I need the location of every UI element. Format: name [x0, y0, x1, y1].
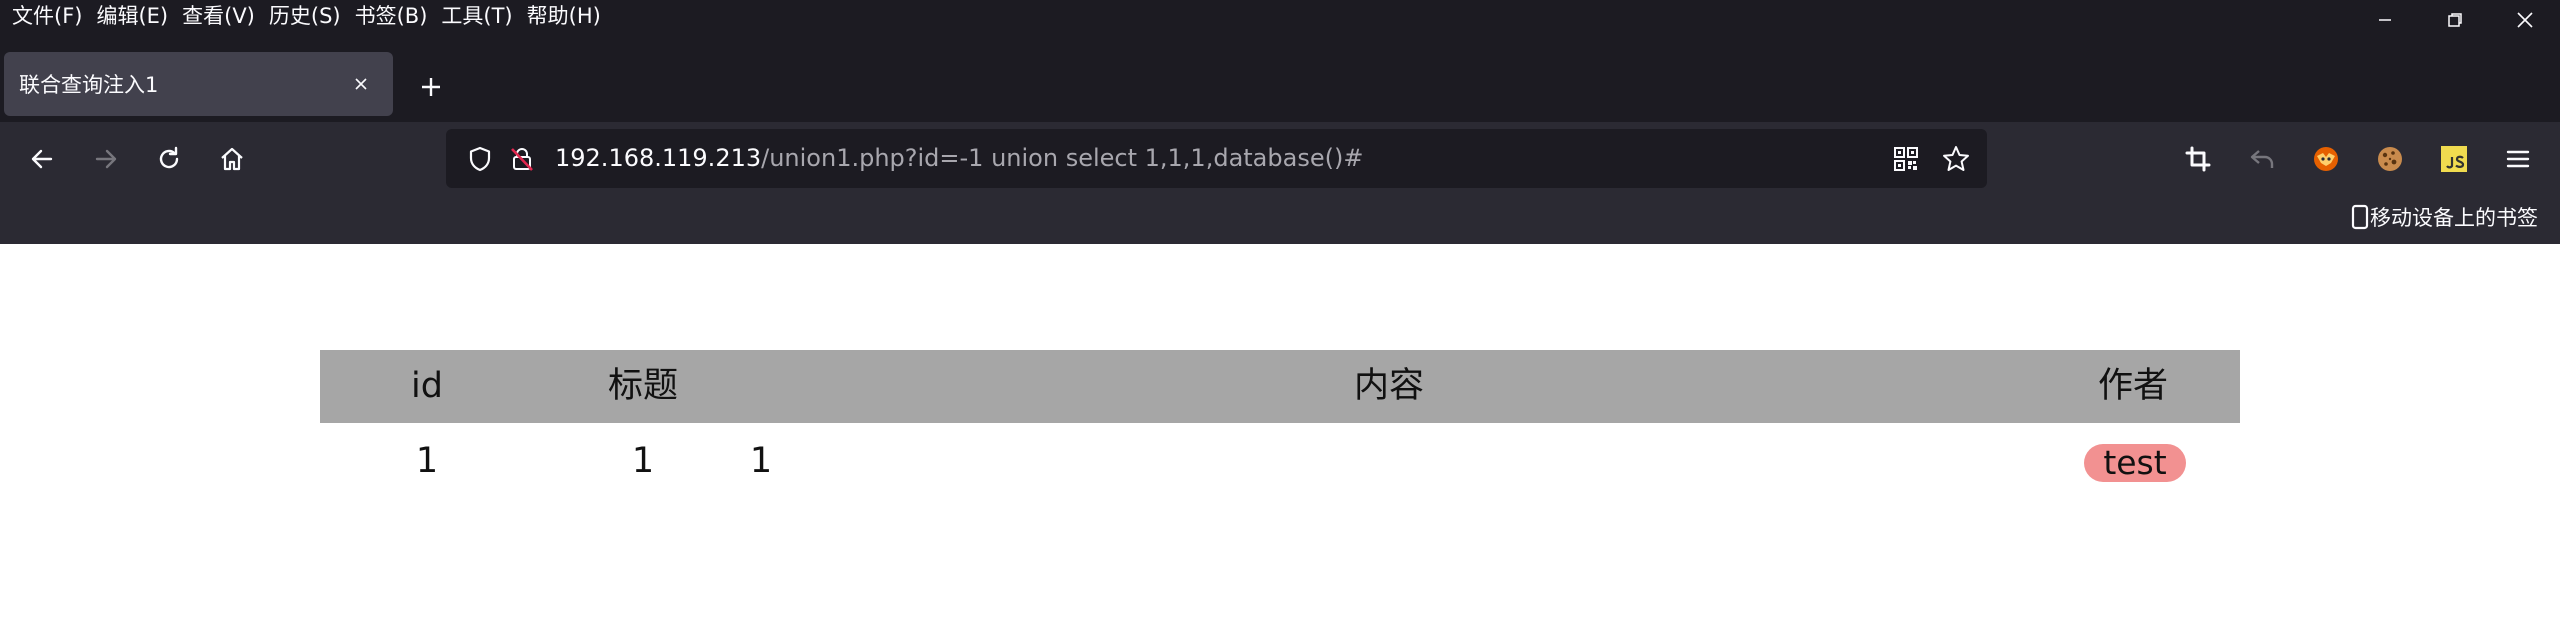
author-badge: test: [2084, 444, 2186, 482]
undo-button[interactable]: [2240, 137, 2284, 181]
cell-content: 1: [749, 441, 773, 481]
tracking-protection-button[interactable]: [460, 139, 500, 179]
url-text[interactable]: 192.168.119.213/union1.php?id=-1 union s…: [555, 129, 1363, 188]
close-icon: [355, 78, 367, 90]
js-icon: [2441, 146, 2467, 172]
menu-edit[interactable]: 编辑(E): [84, 0, 168, 33]
home-button[interactable]: [212, 139, 252, 179]
tab-close-button[interactable]: [341, 64, 381, 104]
js-extension-button[interactable]: [2432, 137, 2476, 181]
menu-view[interactable]: 查看(V): [170, 0, 255, 33]
mobile-bookmarks-label: 移动设备上的书签: [2370, 206, 2538, 230]
back-button[interactable]: [22, 139, 62, 179]
bookmark-star-button[interactable]: [1936, 139, 1976, 179]
screenshot-button[interactable]: [2176, 137, 2220, 181]
table-header: id 标题 内容 作者: [320, 350, 2240, 423]
arrow-left-icon: [31, 149, 53, 169]
home-icon: [221, 147, 243, 171]
forward-button[interactable]: [86, 139, 126, 179]
reload-button[interactable]: [149, 139, 189, 179]
navigation-bar: 192.168.119.213/union1.php?id=-1 union s…: [0, 122, 2560, 196]
table-row: 1 1 1 test: [320, 423, 2240, 499]
restore-icon: [2448, 13, 2462, 27]
minimize-icon: [2379, 19, 2391, 21]
new-tab-button[interactable]: [410, 66, 452, 108]
qr-code-button[interactable]: [1886, 139, 1926, 179]
cell-title: 1: [631, 441, 655, 481]
url-host: 192.168.119.213: [555, 144, 762, 172]
crop-icon: [2185, 146, 2211, 172]
tab-active[interactable]: 联合查询注入1: [4, 52, 393, 116]
header-id: id: [411, 366, 443, 406]
extension-fox-button[interactable]: [2304, 137, 2348, 181]
close-icon: [2517, 12, 2533, 28]
insecure-lock-icon: [511, 148, 533, 171]
page-content: id 标题 内容 作者 1 1 1 test: [0, 244, 2560, 629]
reload-icon: [159, 146, 179, 169]
star-icon: [1943, 146, 1969, 171]
header-title: 标题: [607, 366, 679, 406]
arrow-right-icon: [95, 149, 117, 169]
cookie-icon: [2378, 147, 2402, 171]
mobile-device-icon: [2351, 204, 2369, 230]
plus-icon: [422, 78, 440, 96]
qr-code-icon: [1894, 147, 1918, 171]
tab-strip: 联合查询注入1: [0, 33, 2560, 122]
hamburger-menu-icon: [2506, 150, 2530, 168]
header-author: 作者: [2097, 366, 2169, 406]
articles-table: id 标题 内容 作者 1 1 1 test: [320, 350, 2240, 499]
url-bar[interactable]: 192.168.119.213/union1.php?id=-1 union s…: [446, 129, 1987, 188]
menu-file[interactable]: 文件(F): [0, 0, 82, 33]
mobile-bookmarks-button[interactable]: 移动设备上的书签: [2350, 196, 2538, 238]
app-menu-button[interactable]: [2496, 137, 2540, 181]
menu-help[interactable]: 帮助(H): [515, 0, 601, 33]
tab-title: 联合查询注入1: [19, 73, 159, 97]
bookmarks-bar: 移动设备上的书签: [0, 196, 2560, 244]
cookie-extension-button[interactable]: [2368, 137, 2412, 181]
menu-bar: 文件(F) 编辑(E) 查看(V) 历史(S) 书签(B) 工具(T) 帮助(H…: [0, 0, 2560, 33]
extension-fox-icon: [2314, 147, 2338, 171]
menu-tools[interactable]: 工具(T): [429, 0, 512, 33]
undo-icon: [2250, 150, 2274, 168]
url-path: /union1.php?id=-1 union select 1,1,1,dat…: [761, 144, 1364, 172]
cell-id: 1: [415, 441, 439, 481]
menu-bookmarks[interactable]: 书签(B): [343, 0, 428, 33]
menu-history[interactable]: 历史(S): [257, 0, 341, 33]
site-security-button[interactable]: [502, 139, 542, 179]
shield-icon: [469, 146, 491, 172]
header-content: 内容: [1353, 366, 1425, 406]
